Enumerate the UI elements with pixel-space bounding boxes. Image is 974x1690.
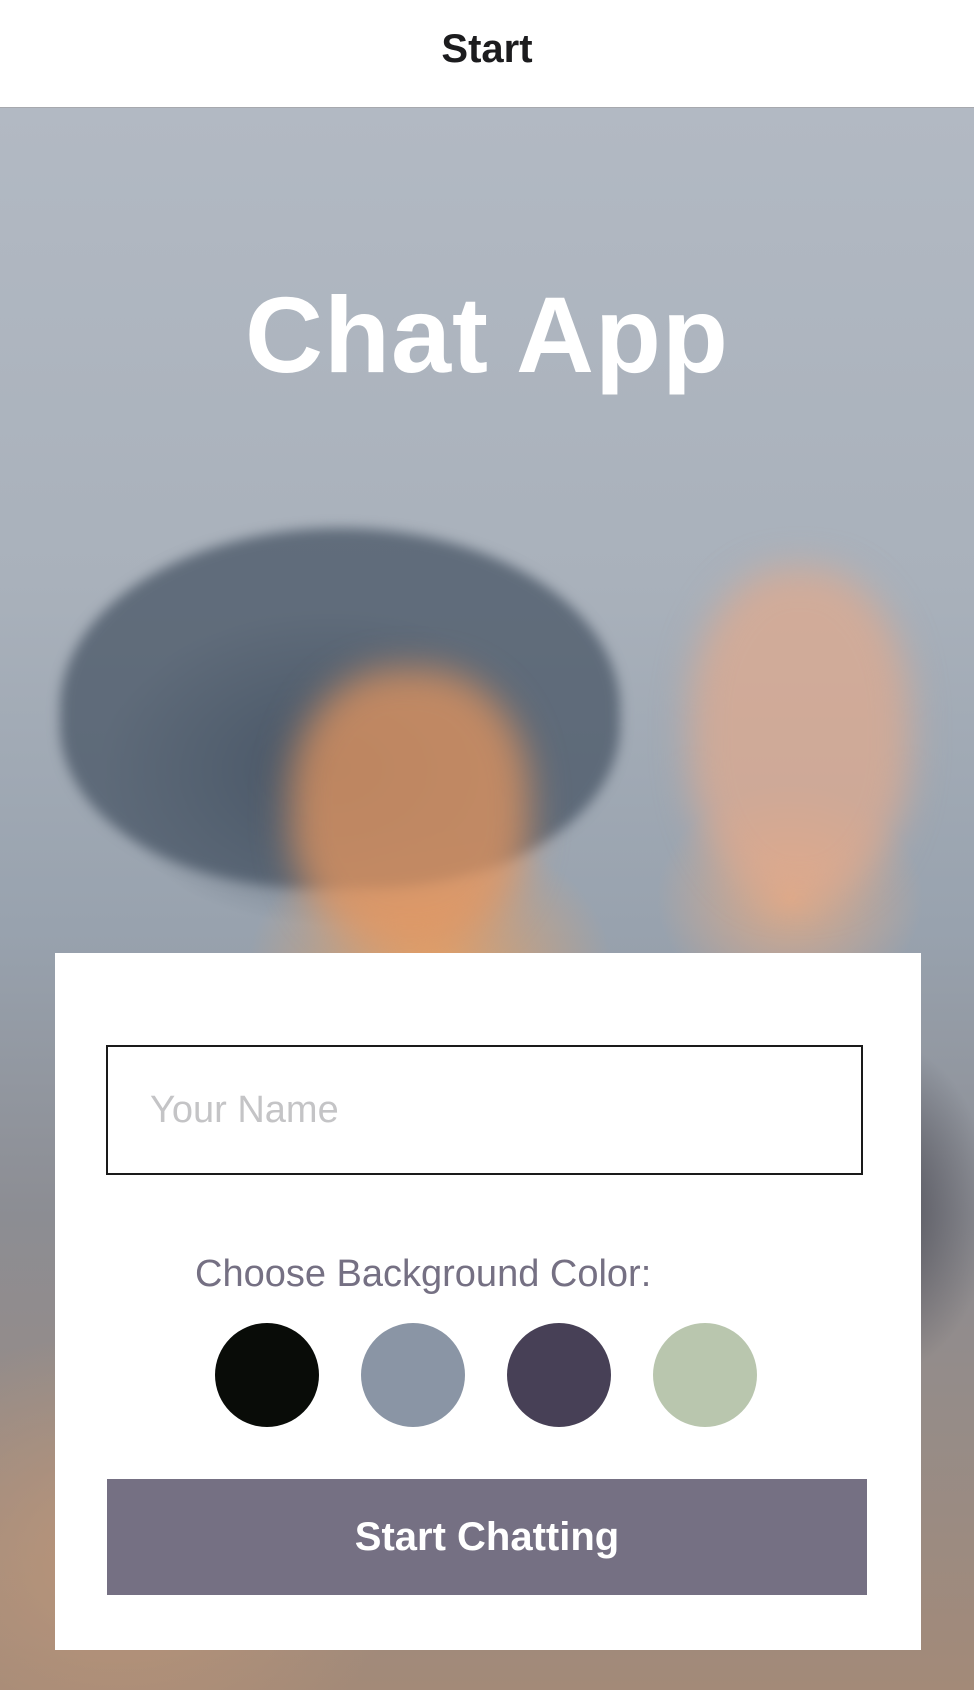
- background-face-right: [690, 568, 910, 898]
- color-choice-label: Choose Background Color:: [195, 1253, 652, 1295]
- start-form-card: Choose Background Color: Start Chatting: [55, 953, 921, 1650]
- color-swatch-black[interactable]: [215, 1323, 319, 1427]
- color-swatch-slate-gray[interactable]: [361, 1323, 465, 1427]
- start-screen: Start Chat App Choose Background Color: …: [0, 0, 974, 1690]
- app-title: Chat App: [245, 274, 729, 395]
- background-face-left: [290, 668, 530, 948]
- name-input[interactable]: [106, 1045, 863, 1175]
- color-swatch-sage-green[interactable]: [653, 1323, 757, 1427]
- navigation-bar: Start: [0, 0, 974, 108]
- start-chatting-button[interactable]: Start Chatting: [107, 1479, 867, 1595]
- color-swatches: [215, 1323, 757, 1427]
- nav-title: Start: [441, 27, 533, 71]
- color-swatch-dark-purple[interactable]: [507, 1323, 611, 1427]
